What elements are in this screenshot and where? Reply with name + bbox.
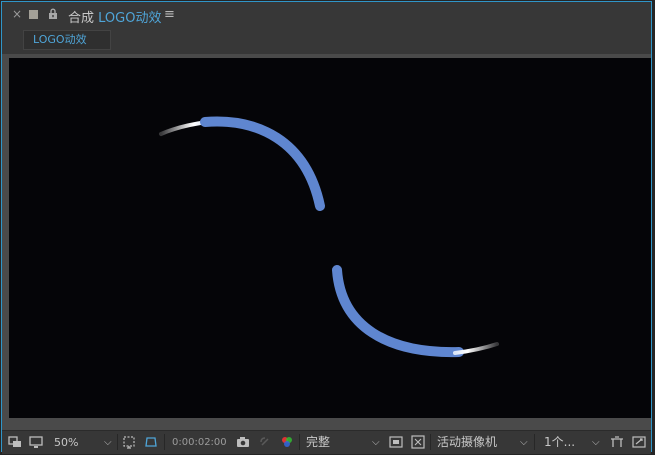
panel-title: 合成 LOGO动效 (68, 7, 161, 26)
region-of-interest-icon[interactable] (122, 435, 136, 449)
camera-dropdown-chevron-icon[interactable]: ⌵ (520, 435, 528, 450)
panel-titlebar: × 合成 LOGO动效 ≡ (2, 2, 651, 28)
toolbar-divider (164, 434, 165, 450)
color-channels-icon[interactable] (280, 435, 294, 449)
close-icon[interactable]: × (12, 8, 22, 20)
upper-brush-stroke (200, 116, 325, 211)
panel-title-prefix: 合成 (68, 11, 95, 26)
composition-panel: × 合成 LOGO动效 ≡ LOGO动效 50% ⌵ 0:00:02:00 完整… (1, 1, 652, 454)
viewer-canvas (159, 116, 499, 358)
label-color-swatch[interactable] (29, 10, 38, 19)
pixel-aspect-icon[interactable] (411, 435, 425, 449)
lock-icon[interactable] (47, 8, 59, 20)
zoom-value: 50% (54, 436, 79, 449)
lower-brush-stroke (332, 265, 464, 358)
panel-comp-name: LOGO动效 (98, 11, 162, 26)
monitor-icon[interactable] (29, 435, 43, 449)
zoom-dropdown-chevron-icon[interactable]: ⌵ (104, 435, 112, 450)
camera-view-value: 活动摄像机 (437, 435, 498, 449)
transparency-grid-icon[interactable] (144, 435, 158, 449)
upper-stroke-tail (159, 120, 209, 136)
toolbar-divider (430, 434, 431, 450)
toolbar-divider (534, 434, 535, 450)
snapshot-camera-icon[interactable] (236, 435, 250, 449)
3d-view-layout-icon[interactable] (610, 435, 624, 449)
resolution-value: 完整 (306, 435, 331, 449)
views-dropdown-chevron-icon[interactable]: ⌵ (592, 435, 600, 450)
fast-preview-icon[interactable] (389, 435, 403, 449)
tab-logo-comp[interactable]: LOGO动效 (23, 30, 111, 50)
composition-viewer[interactable] (9, 58, 651, 418)
always-preview-icon[interactable] (8, 435, 22, 449)
viewer-toolbar: 50% ⌵ 0:00:02:00 完整 ⌵ 活动摄像机 ⌵ 1个... ⌵ (2, 430, 651, 454)
show-snapshot-icon[interactable] (258, 435, 272, 449)
reset-exposure-icon[interactable] (632, 435, 646, 449)
current-time-display[interactable]: 0:00:02:00 (172, 435, 227, 450)
panel-menu-icon[interactable]: ≡ (164, 8, 175, 21)
resolution-dropdown-chevron-icon[interactable]: ⌵ (372, 435, 380, 450)
view-layout-value: 1个... (544, 435, 576, 449)
comp-tab-row: LOGO动效 (2, 28, 651, 55)
toolbar-divider (117, 434, 118, 450)
toolbar-divider (299, 434, 300, 450)
